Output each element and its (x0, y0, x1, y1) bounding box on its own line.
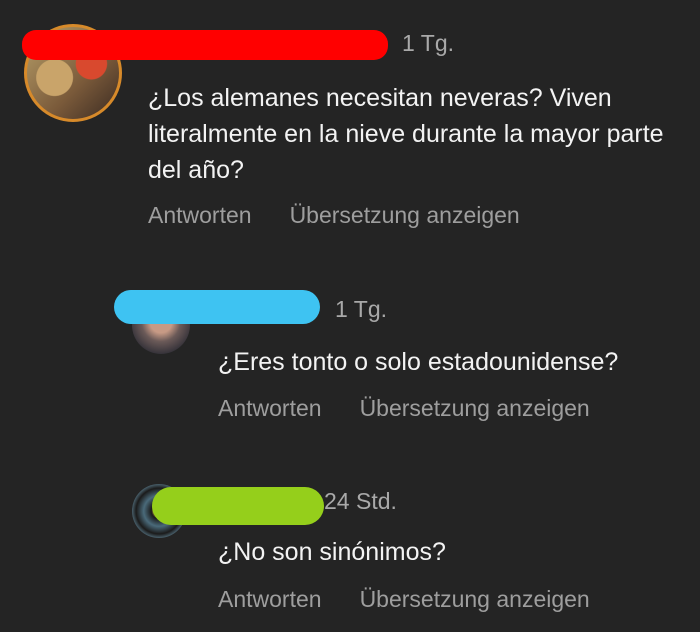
comment-actions: Antworten Übersetzung anzeigen (218, 395, 590, 422)
timestamp: 1 Tg. (402, 30, 454, 56)
timestamp: 1 Tg. (335, 296, 387, 322)
comment-actions: Antworten Übersetzung anzeigen (148, 202, 520, 229)
reply-button[interactable]: Antworten (218, 395, 322, 422)
timestamp: 24 Std. (324, 488, 397, 514)
reply-button[interactable]: Antworten (218, 586, 322, 613)
comment-text: ¿No son sinónimos? (218, 538, 446, 566)
comment-text: ¿Los alemanes necesitan neveras? Viven l… (148, 84, 664, 184)
show-translation-button[interactable]: Übersetzung anzeigen (360, 395, 590, 422)
reply-button[interactable]: Antworten (148, 202, 252, 229)
redacted-username[interactable] (152, 487, 324, 525)
comment-actions: Antworten Übersetzung anzeigen (218, 586, 590, 613)
redacted-username[interactable] (114, 290, 320, 324)
comment-text: ¿Eres tonto o solo estadounidense? (218, 348, 619, 376)
show-translation-button[interactable]: Übersetzung anzeigen (360, 586, 590, 613)
show-translation-button[interactable]: Übersetzung anzeigen (290, 202, 520, 229)
redacted-username[interactable] (22, 30, 388, 60)
